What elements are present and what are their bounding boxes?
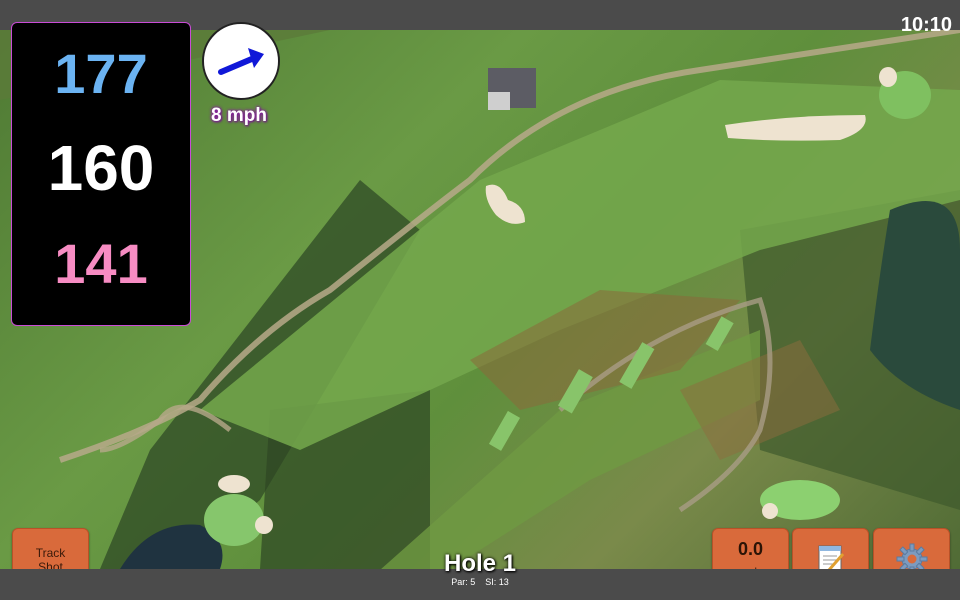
hole-details: Par: 5 SI: 13: [380, 577, 580, 587]
distance-panel: 177 160 141: [11, 22, 191, 326]
wind-speed-label: 8 mph: [211, 105, 267, 126]
hole-title: Hole 1: [443, 550, 517, 577]
back-distance: 177: [54, 42, 148, 105]
center-distance: 160: [47, 132, 155, 204]
track-shot-label-line1: Track: [35, 546, 66, 560]
clock-time: 10:10: [900, 14, 952, 36]
wind-indicator: [202, 22, 280, 100]
front-distance: 141: [54, 232, 148, 295]
speed-value: 0.0: [737, 539, 764, 559]
hole-par: Par: 5: [451, 577, 476, 587]
wind-arrow-icon: [218, 48, 264, 75]
hole-stroke-index: SI: 13: [485, 577, 509, 587]
